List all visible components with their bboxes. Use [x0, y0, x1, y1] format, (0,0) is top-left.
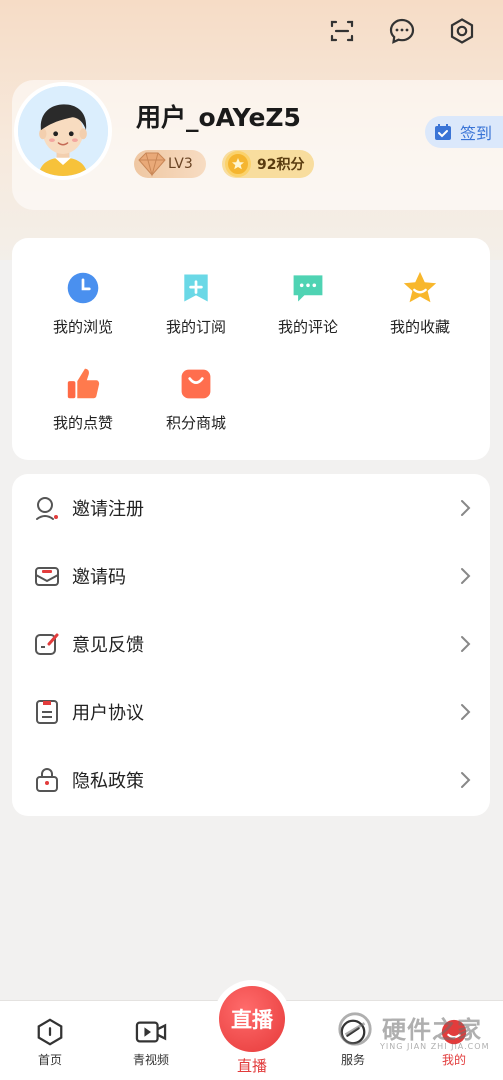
envelope-icon	[35, 567, 59, 586]
tab-video[interactable]: 青视频	[116, 1017, 186, 1068]
grid-label: 我的浏览	[52, 318, 113, 336]
feedback-icon	[35, 633, 59, 655]
grid-label: 我的订阅	[165, 318, 226, 336]
watermark-subtext: YING JIAN ZHI JIA.COM	[380, 1042, 490, 1051]
subscribe-icon	[176, 268, 216, 308]
menu-label: 隐私政策	[72, 771, 144, 792]
grid-label: 积分商城	[165, 414, 226, 432]
grid-label: 我的点赞	[52, 414, 113, 432]
menu-item-feedback[interactable]: 意见反馈	[12, 610, 490, 678]
grid-label: 我的评论	[277, 318, 338, 336]
menu-item-user-agreement[interactable]: 用户协议	[12, 678, 490, 746]
menu-item-invite-register[interactable]: 邀请注册	[12, 474, 490, 542]
calendar-check-icon	[435, 124, 451, 140]
grid-label: 我的收藏	[389, 318, 450, 336]
points-badge[interactable]: 92积分	[222, 150, 314, 178]
menu-label: 邀请码	[72, 567, 126, 588]
document-icon	[36, 700, 58, 724]
invite-user-icon	[36, 497, 58, 520]
header-actions	[327, 16, 477, 46]
grid-item-likes[interactable]: 我的点赞	[33, 364, 133, 433]
live-badge-text: 直播	[231, 1008, 273, 1032]
tab-live-label: 直播	[236, 1057, 267, 1075]
tab-label: 首页	[37, 1053, 62, 1067]
menu-label: 意见反馈	[72, 635, 144, 656]
settings-icon[interactable]	[447, 16, 477, 46]
menu-label: 邀请注册	[72, 499, 144, 520]
lock-icon	[36, 768, 58, 792]
settings-menu-card: 邀请注册 邀请码 意见反馈 用户协议 隐私政策	[12, 474, 490, 816]
watermark: 硬件之家 YING JIAN ZHI JIA.COM	[336, 1008, 496, 1056]
menu-label: 用户协议	[72, 703, 144, 724]
points-text: 92积分	[257, 157, 305, 173]
thumbs-up-icon	[63, 364, 103, 404]
grid-item-favorites[interactable]: 我的收藏	[370, 268, 470, 337]
username: 用户_oAYeZ5	[136, 103, 301, 132]
tab-live[interactable]: 直播	[213, 980, 291, 1058]
level-badge[interactable]: LV3	[134, 150, 206, 178]
watermark-logo-icon	[338, 1012, 372, 1046]
star-icon	[400, 268, 440, 308]
grid-item-subscribe[interactable]: 我的订阅	[146, 268, 246, 337]
tab-label: 青视频	[132, 1053, 169, 1067]
menu-item-invite-code[interactable]: 邀请码	[12, 542, 490, 610]
avatar[interactable]	[14, 82, 112, 180]
grid-item-comment[interactable]: 我的评论	[258, 268, 358, 337]
chevron-right-icon	[461, 636, 471, 652]
signin-label: 签到	[460, 124, 493, 143]
scan-icon[interactable]	[327, 16, 357, 46]
live-icon: 直播	[219, 986, 285, 1052]
quick-actions-card: 我的浏览 我的订阅 我的评论 我的收藏 我的点赞 积分商城	[12, 238, 490, 460]
chevron-right-icon	[461, 704, 471, 720]
home-icon	[37, 1018, 63, 1046]
grid-item-points-mall[interactable]: 积分商城	[146, 364, 246, 433]
chevron-right-icon	[461, 772, 471, 788]
chevron-right-icon	[461, 568, 471, 584]
history-icon	[63, 268, 103, 308]
menu-item-privacy-policy[interactable]: 隐私政策	[12, 746, 490, 814]
diamond-icon	[138, 152, 166, 177]
shopping-bag-icon	[176, 364, 216, 404]
coin-icon	[225, 151, 251, 177]
video-icon	[135, 1021, 167, 1043]
message-icon[interactable]	[387, 16, 417, 46]
tab-home[interactable]: 首页	[15, 1017, 85, 1068]
grid-item-history[interactable]: 我的浏览	[33, 268, 133, 337]
signin-button[interactable]: 签到	[425, 116, 503, 148]
level-text: LV3	[168, 156, 193, 172]
chevron-right-icon	[461, 500, 471, 516]
watermark-text: 硬件之家	[382, 1016, 482, 1044]
comment-icon	[288, 268, 328, 308]
